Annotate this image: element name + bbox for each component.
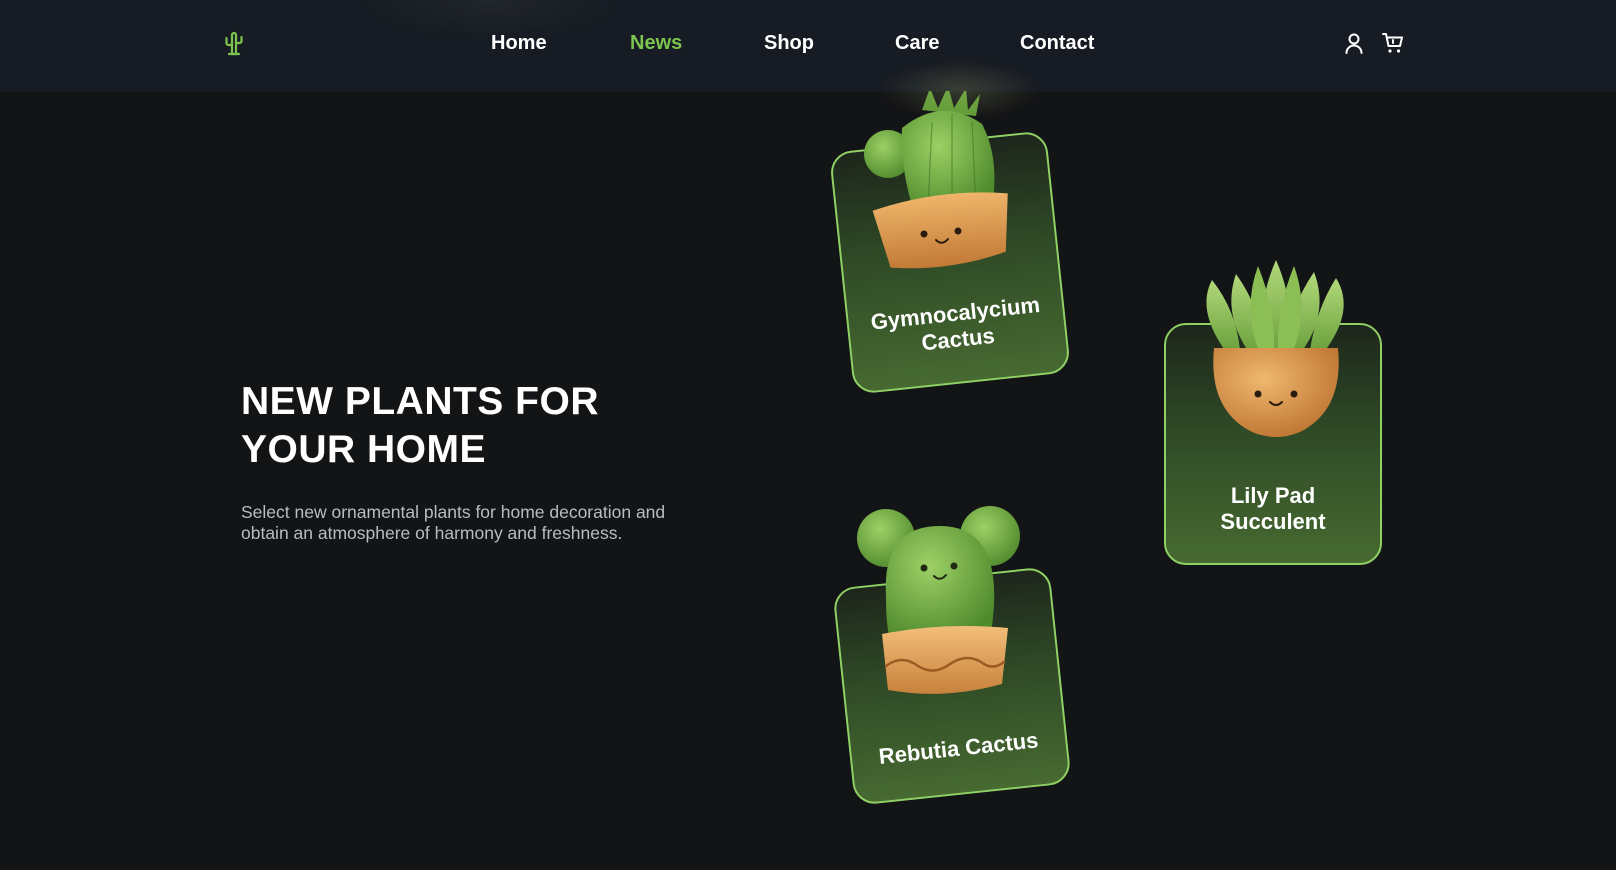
hero-title-line1: NEW PLANTS FOR	[241, 380, 599, 423]
card-label-line2: Succulent	[1220, 509, 1326, 534]
nav-home[interactable]: Home	[491, 31, 547, 55]
plant-card-rebutia[interactable]: Rebutia Cactus	[832, 566, 1072, 806]
hero-title: NEW PLANTS FOR YOUR HOME	[241, 378, 711, 474]
card-label-line1: Rebutia Cactus	[877, 727, 1040, 769]
plant-card-lily-pad[interactable]: Lily Pad Succulent	[1164, 323, 1382, 565]
cart-icon[interactable]	[1381, 31, 1405, 55]
nav-contact[interactable]: Contact	[1020, 31, 1094, 55]
main-nav: Home News Shop Care Contact	[0, 0, 1616, 91]
card-label-line1: Lily Pad	[1230, 483, 1316, 508]
hero-subtitle: Select new ornamental plants for home de…	[241, 502, 666, 543]
card-label: Gymnocalycium Cactus	[848, 290, 1066, 364]
user-icon[interactable]	[1342, 31, 1366, 55]
hero-title-line2: YOUR HOME	[241, 428, 487, 471]
site-header: Home News Shop Care Contact	[0, 0, 1616, 91]
page: Home News Shop Care Contact NEW PLANTS F…	[0, 0, 1616, 870]
nav-shop[interactable]: Shop	[764, 31, 814, 55]
nav-news[interactable]: News	[630, 31, 682, 55]
plant-card-gymnocalycium[interactable]: Gymnocalycium Cactus	[828, 130, 1072, 395]
card-label: Lily Pad Succulent	[1166, 483, 1380, 535]
card-label: Rebutia Cactus	[851, 725, 1067, 773]
nav-care[interactable]: Care	[895, 31, 939, 55]
